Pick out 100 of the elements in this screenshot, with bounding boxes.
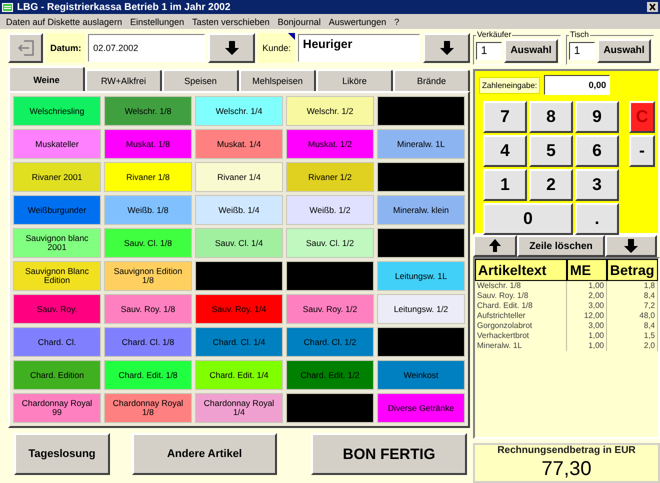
- table-cell: 1,00: [567, 331, 607, 341]
- day-total-button[interactable]: Tageslosung: [14, 433, 110, 475]
- other-articles-button[interactable]: Andere Artikel: [132, 433, 277, 475]
- article-button[interactable]: Sauvignon Edition 1/8: [104, 261, 192, 291]
- menu-item[interactable]: Auswertungen: [328, 16, 386, 26]
- article-button[interactable]: Muskat. 1/4: [195, 129, 283, 159]
- article-button[interactable]: Leitungsw. 1/2: [377, 294, 465, 324]
- article-button[interactable]: Leitungsw. 1L: [377, 261, 465, 291]
- select-button[interactable]: Auswahl: [504, 38, 558, 62]
- date-field[interactable]: 02.07.2002: [88, 34, 206, 62]
- tab[interactable]: Liköre: [316, 69, 393, 91]
- article-button[interactable]: Sauv. Cl. 1/4: [195, 228, 283, 258]
- table-cell: 2,00: [567, 291, 607, 301]
- article-button[interactable]: Muskateller: [13, 129, 101, 159]
- article-button[interactable]: Chard. Cl. 1/4: [195, 327, 283, 357]
- article-button[interactable]: Muskat. 1/8: [104, 129, 192, 159]
- article-button[interactable]: Chardonnay Royal 99: [13, 393, 101, 423]
- article-button[interactable]: Sauv. Roy. 1/4: [195, 294, 283, 324]
- keypad-key[interactable]: 5: [529, 135, 573, 167]
- date-dropdown-button[interactable]: [208, 32, 256, 62]
- keypad-key[interactable]: 6: [575, 135, 619, 167]
- customer-field[interactable]: Heuriger: [298, 34, 420, 62]
- table-cell: 3,00: [567, 321, 607, 331]
- article-button[interactable]: Chard. Cl. 1/8: [104, 327, 192, 357]
- date-label: Datum:: [46, 32, 86, 62]
- table-cell: 2,0: [607, 341, 658, 351]
- article-button[interactable]: Sauv. Roy.: [13, 294, 101, 324]
- customer-dropdown-button[interactable]: [423, 32, 470, 62]
- article-button[interactable]: Weißb. 1/2: [286, 195, 374, 225]
- article-button[interactable]: Weißburgunder: [13, 195, 101, 225]
- article-button[interactable]: Welschriesling: [13, 96, 101, 126]
- article-button[interactable]: Chard. Cl.: [13, 327, 101, 357]
- article-button[interactable]: Chard. Edit. 1/4: [195, 360, 283, 390]
- keypad-key[interactable]: 7: [483, 101, 527, 133]
- table-cell: 7,2: [607, 301, 658, 311]
- article-button[interactable]: Rivaner 1/2: [286, 162, 374, 192]
- menu-item[interactable]: Bonjournal: [278, 16, 321, 26]
- row-down-button[interactable]: [605, 235, 657, 257]
- seller-number-field[interactable]: 1: [476, 42, 502, 60]
- article-button[interactable]: Welschr. 1/4: [195, 96, 283, 126]
- article-button[interactable]: Welschr. 1/2: [286, 96, 374, 126]
- keypad-key[interactable]: 8: [529, 101, 573, 133]
- menu-item[interactable]: ?: [394, 16, 400, 26]
- keypad-key[interactable]: 3: [575, 169, 619, 201]
- article-button[interactable]: Mineralw. klein: [377, 195, 465, 225]
- article-button[interactable]: Rivaner 1/8: [104, 162, 192, 192]
- article-button[interactable]: Sauv. Cl. 1/2: [286, 228, 374, 258]
- number-entry-label: Zahleneingabe:: [479, 76, 540, 94]
- article-button[interactable]: Diverse Getränke: [377, 393, 465, 423]
- article-button[interactable]: Rivaner 2001: [13, 162, 101, 192]
- keypad-key[interactable]: -: [629, 135, 655, 167]
- article-button[interactable]: Weißb. 1/4: [195, 195, 283, 225]
- keypad-key[interactable]: .: [575, 203, 619, 235]
- article-button[interactable]: Chard. Edit. 1/8: [104, 360, 192, 390]
- keypad-key[interactable]: 9: [575, 101, 619, 133]
- receipt-done-button[interactable]: BON FERTIG: [311, 433, 467, 475]
- number-entry-field[interactable]: 0,00: [544, 75, 610, 95]
- tab[interactable]: Mehlspeisen: [239, 69, 316, 91]
- article-button[interactable]: Chardonnay Royal 1/8: [104, 393, 192, 423]
- table-cell: 1,8: [607, 281, 658, 291]
- tab[interactable]: Speisen: [162, 69, 239, 91]
- table-cell: Chard. Edit. 1/8: [475, 301, 567, 311]
- exit-button[interactable]: [8, 32, 44, 62]
- menu-item[interactable]: Tasten verschieben: [192, 16, 270, 26]
- corner-marker-icon: [288, 32, 295, 40]
- article-button[interactable]: Chard. Edit. 1/2: [286, 360, 374, 390]
- article-button[interactable]: Sauv. Roy. 1/8: [104, 294, 192, 324]
- article-button[interactable]: Chardonnay Royal 1/4: [195, 393, 283, 423]
- article-button[interactable]: Muskat. 1/2: [286, 129, 374, 159]
- article-button[interactable]: Chard. Edition: [13, 360, 101, 390]
- select-button[interactable]: Auswahl: [597, 38, 651, 62]
- menu-item[interactable]: Einstellungen: [130, 16, 184, 26]
- window-title: LBG - Registrierkassa Betrieb 1 im Jahr 2002: [17, 2, 232, 12]
- tab[interactable]: Weine: [8, 66, 85, 91]
- article-button[interactable]: Chard. Cl. 1/2: [286, 327, 374, 357]
- keypad-key[interactable]: 1: [483, 169, 527, 201]
- article-button[interactable]: Welschr. 1/8: [104, 96, 192, 126]
- article-button[interactable]: Weinkost: [377, 360, 465, 390]
- article-button[interactable]: Weißb. 1/8: [104, 195, 192, 225]
- row-up-button[interactable]: [473, 235, 517, 257]
- tab[interactable]: Brände: [393, 69, 470, 91]
- tab[interactable]: RW+Alkfrei: [85, 69, 162, 91]
- arrow-up-icon: [489, 239, 501, 253]
- keypad-key[interactable]: 0: [483, 203, 573, 235]
- article-button[interactable]: Sauv. Cl. 1/8: [104, 228, 192, 258]
- close-icon[interactable]: [647, 2, 658, 12]
- delete-row-button[interactable]: Zeile löschen: [517, 235, 605, 257]
- column-header: Artikeltext: [475, 259, 567, 281]
- column-header: Betrag: [607, 259, 658, 281]
- article-button[interactable]: Mineralw. 1L: [377, 129, 465, 159]
- article-button[interactable]: Sauvignon blanc 2001: [13, 228, 101, 258]
- article-button[interactable]: Sauv. Roy. 1/2: [286, 294, 374, 324]
- table-number-field[interactable]: 1: [569, 42, 595, 60]
- menu-item[interactable]: Daten auf Diskette auslagern: [6, 16, 122, 26]
- table-cell: Welschr. 1/8: [475, 281, 567, 291]
- table-cell: Aufstrichteller: [475, 311, 567, 321]
- keypad-key[interactable]: 4: [483, 135, 527, 167]
- article-button[interactable]: Rivaner 1/4: [195, 162, 283, 192]
- article-button[interactable]: Sauvignon Blanc Edition: [13, 261, 101, 291]
- keypad-key[interactable]: 2: [529, 169, 573, 201]
